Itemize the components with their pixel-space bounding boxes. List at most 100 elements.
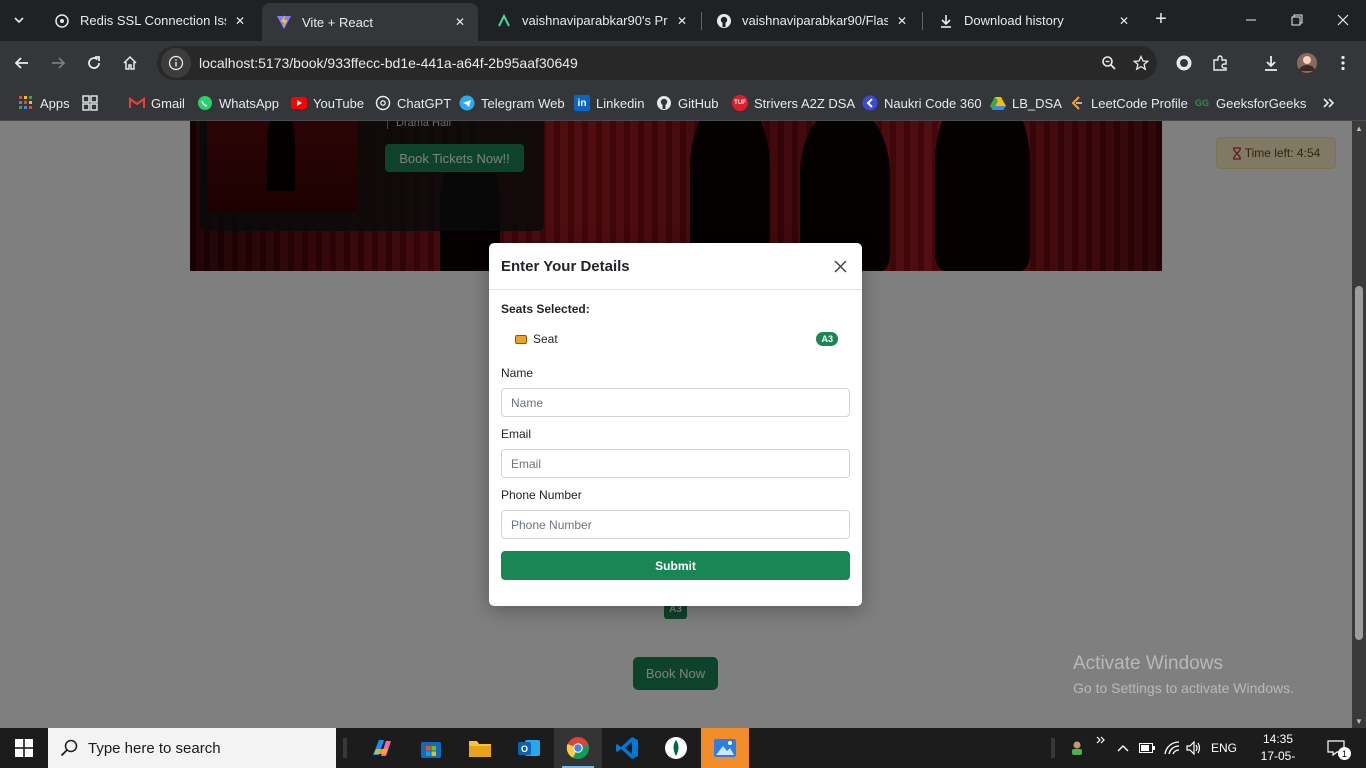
show-hidden-icons-button[interactable] bbox=[1113, 728, 1133, 768]
taskbar-copilot[interactable] bbox=[358, 728, 406, 768]
back-button[interactable] bbox=[8, 49, 36, 77]
extensions-button[interactable] bbox=[1206, 49, 1234, 77]
windows-taskbar: Type here to search O ENG 14:35 17-05- 1 bbox=[0, 728, 1366, 768]
new-tab-button[interactable]: + bbox=[1150, 8, 1172, 32]
site-info-icon[interactable] bbox=[161, 48, 191, 78]
bookmark-label: Apps bbox=[40, 95, 70, 111]
tab-download-history[interactable]: Download history ✕ bbox=[924, 4, 1142, 37]
seats-selected-label: Seats Selected: bbox=[501, 302, 590, 316]
bookmark-tab-groups[interactable] bbox=[82, 91, 104, 115]
more-bookmarks-button[interactable] bbox=[1320, 91, 1336, 115]
tab-redis[interactable]: Redis SSL Connection Issue ✕ bbox=[40, 4, 258, 37]
bookmark-strivers[interactable]: TUF Strivers A2Z DSA bbox=[732, 91, 855, 115]
bookmark-label: Strivers A2Z DSA bbox=[754, 95, 856, 111]
bookmark-lb-dsa[interactable]: LB_DSA bbox=[990, 91, 1062, 115]
battery-indicator[interactable] bbox=[1137, 728, 1157, 768]
download-icon bbox=[938, 13, 954, 29]
speaker-icon bbox=[1186, 741, 1201, 755]
forward-button[interactable] bbox=[44, 49, 72, 77]
minimize-icon bbox=[1246, 19, 1256, 21]
close-icon bbox=[1337, 14, 1349, 26]
volume-indicator[interactable] bbox=[1184, 728, 1204, 768]
taskbar-search-box[interactable]: Type here to search bbox=[48, 728, 336, 768]
bookmark-chatgpt[interactable]: ChatGPT bbox=[375, 91, 451, 115]
minimize-button[interactable] bbox=[1228, 6, 1274, 34]
tab-vite-react[interactable]: Vite + React ✕ bbox=[262, 3, 478, 41]
restore-button[interactable] bbox=[1274, 6, 1320, 34]
extension-button[interactable] bbox=[1170, 49, 1198, 77]
downloads-button[interactable] bbox=[1257, 49, 1285, 77]
close-icon[interactable]: ✕ bbox=[232, 14, 248, 28]
leetcode-icon bbox=[1069, 95, 1085, 111]
email-input[interactable] bbox=[501, 449, 850, 478]
chatgpt-icon bbox=[375, 95, 391, 111]
taskbar-clock[interactable]: 14:35 17-05-2025 bbox=[1248, 731, 1308, 768]
reload-button[interactable] bbox=[80, 49, 108, 77]
submit-button[interactable]: Submit bbox=[501, 551, 850, 580]
language-indicator[interactable]: ENG bbox=[1207, 728, 1241, 768]
network-indicator[interactable] bbox=[1161, 728, 1183, 768]
close-icon[interactable]: ✕ bbox=[452, 15, 468, 29]
clock-time: 14:35 bbox=[1262, 732, 1294, 746]
taskbar-microsoft-store[interactable] bbox=[407, 728, 455, 768]
store-icon bbox=[421, 742, 441, 758]
notification-center-button[interactable]: 1 bbox=[1318, 728, 1354, 768]
taskbar-outlook[interactable]: O bbox=[505, 728, 553, 768]
email-field-group: Email bbox=[501, 427, 850, 478]
taskbar-file-explorer[interactable] bbox=[456, 728, 504, 768]
modal-close-button[interactable] bbox=[830, 256, 850, 276]
telegram-icon bbox=[459, 95, 475, 111]
bookmark-label: Linkedin bbox=[596, 95, 645, 111]
bookmark-linkedin[interactable]: in Linkedin bbox=[574, 91, 644, 115]
taskbar-paint-app[interactable] bbox=[701, 728, 749, 768]
browser-tab-bar: Redis SSL Connection Issue ✕ Vite + Reac… bbox=[0, 0, 1366, 41]
close-window-button[interactable] bbox=[1320, 6, 1366, 34]
page-scrollbar[interactable]: ▲ ▼ bbox=[1352, 121, 1366, 728]
tray-app-icon[interactable] bbox=[1066, 728, 1088, 768]
page-viewport: Drama Hall Book Tickets Now!! A3 Book No… bbox=[0, 121, 1352, 728]
phone-label: Phone Number bbox=[501, 488, 582, 502]
phone-input[interactable] bbox=[501, 510, 850, 539]
email-label: Email bbox=[501, 427, 532, 441]
bookmark-star-icon[interactable] bbox=[1125, 48, 1157, 78]
zoom-icon[interactable] bbox=[1093, 48, 1125, 78]
tray-overflow-button[interactable] bbox=[1092, 720, 1110, 760]
tab-render-project[interactable]: vaishnaviparabkar90's Projec ✕ bbox=[482, 4, 700, 37]
taskbar-vscode[interactable] bbox=[603, 728, 651, 768]
arrow-left-icon bbox=[14, 57, 28, 69]
bookmark-gmail[interactable]: Gmail bbox=[129, 91, 185, 115]
scroll-up-arrow-icon[interactable]: ▲ bbox=[1352, 121, 1366, 135]
scroll-down-arrow-icon[interactable]: ▼ bbox=[1352, 714, 1366, 728]
bookmark-github[interactable]: GitHub bbox=[656, 91, 718, 115]
bookmark-youtube[interactable]: YouTube bbox=[291, 91, 364, 115]
tab-github-flashbook[interactable]: vaishnaviparabkar90/FlashBo ✕ bbox=[702, 4, 920, 37]
bookmark-apps[interactable]: Apps bbox=[18, 91, 70, 115]
close-icon bbox=[833, 259, 847, 273]
bookmark-telegram[interactable]: Telegram Web bbox=[459, 91, 565, 115]
scrollbar-thumb[interactable] bbox=[1355, 286, 1363, 640]
bookmark-label: Gmail bbox=[151, 95, 185, 111]
home-button[interactable] bbox=[116, 49, 144, 77]
start-button[interactable] bbox=[0, 728, 48, 768]
user-tray-icon bbox=[1072, 741, 1082, 755]
menu-button[interactable] bbox=[1329, 49, 1357, 77]
restore-icon bbox=[1291, 14, 1303, 26]
bookmark-naukri[interactable]: Naukri Code 360 bbox=[862, 91, 982, 115]
taskbar-chrome[interactable] bbox=[554, 728, 602, 768]
taskbar-mongodb-compass[interactable] bbox=[652, 728, 700, 768]
address-bar[interactable]: localhost:5173/book/933ffecc-bd1e-441a-a… bbox=[157, 46, 1157, 80]
close-icon[interactable]: ✕ bbox=[1116, 14, 1132, 28]
close-icon[interactable]: ✕ bbox=[674, 14, 690, 28]
tab-search-button[interactable] bbox=[6, 7, 32, 33]
bookmark-geeksforgeeks[interactable]: GG GeeksforGeeks bbox=[1194, 91, 1306, 115]
name-input[interactable] bbox=[501, 388, 850, 417]
linkedin-icon: in bbox=[574, 95, 590, 111]
bookmark-leetcode[interactable]: LeetCode Profile bbox=[1069, 91, 1188, 115]
bookmark-whatsapp[interactable]: WhatsApp bbox=[197, 91, 279, 115]
profile-avatar[interactable] bbox=[1293, 49, 1321, 77]
tab-title: Redis SSL Connection Issue bbox=[80, 13, 226, 28]
close-icon[interactable]: ✕ bbox=[894, 14, 910, 28]
folder-icon bbox=[469, 741, 491, 757]
url-text[interactable]: localhost:5173/book/933ffecc-bd1e-441a-a… bbox=[199, 55, 1093, 71]
chrome-icon bbox=[566, 737, 589, 759]
